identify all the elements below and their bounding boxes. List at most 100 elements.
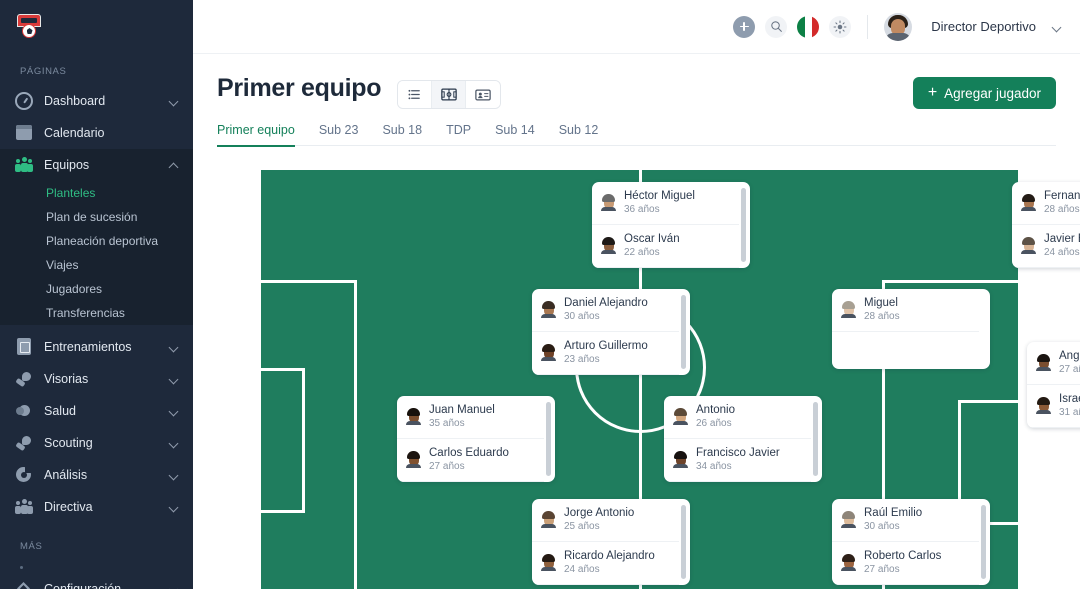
sidebar-subitem-viajes[interactable]: Viajes [0, 253, 193, 277]
player-card[interactable]: Héctor Miguel36 añosOscar Iván22 años [592, 182, 750, 268]
player-row[interactable]: Israel Adrián31 años [1027, 385, 1080, 428]
card-scrollbar[interactable] [546, 402, 551, 476]
player-row[interactable]: Jorge Antonio25 años [532, 499, 679, 542]
chevron-down-icon[interactable] [169, 584, 179, 589]
player-card[interactable]: Miguel28 años [832, 289, 990, 369]
sidebar-item-label: Dashboard [44, 94, 169, 108]
sidebar-subitem-plan-de-sucesion[interactable]: Plan de sucesión [0, 205, 193, 229]
view-pitch-button[interactable] [432, 81, 466, 108]
card-scrollbar[interactable] [681, 295, 686, 369]
card-scrollbar[interactable] [813, 402, 818, 476]
player-row[interactable]: Fernando Ignacio28 años [1012, 182, 1080, 225]
avatar[interactable] [884, 13, 912, 41]
add-quick-button[interactable] [733, 16, 755, 38]
player-age: 35 años [429, 418, 495, 431]
chevron-down-icon[interactable] [169, 342, 179, 352]
player-card[interactable]: Daniel Alejandro30 añosArturo Guillermo2… [532, 289, 690, 375]
left-penalty-box-side [354, 280, 357, 589]
tab-sub-12[interactable]: Sub 12 [559, 123, 599, 146]
sidebar-item-equipos[interactable]: Equipos [0, 149, 193, 181]
player-row[interactable]: Daniel Alejandro30 años [532, 289, 679, 332]
plus-icon: + [928, 85, 937, 101]
mexico-flag-icon[interactable] [797, 16, 819, 38]
sidebar-subitem-planteles[interactable]: Planteles [0, 181, 193, 205]
player-row[interactable]: Arturo Guillermo23 años [532, 332, 679, 375]
player-card[interactable]: Antonio26 años Francisco Javier34 años [664, 396, 822, 482]
player-row[interactable]: Javier Eduardo24 años [1012, 225, 1080, 268]
sidebar-item-label: Entrenamientos [44, 340, 169, 354]
sidebar-item-salud[interactable]: Salud [0, 395, 193, 427]
chevron-down-icon[interactable] [169, 502, 179, 512]
tab-sub-14[interactable]: Sub 14 [495, 123, 535, 146]
tab-tdp[interactable]: TDP [446, 123, 471, 146]
sidebar-item-entrenamientos[interactable]: Entrenamientos [0, 331, 193, 363]
view-card-button[interactable] [466, 81, 500, 108]
sidebar-item-visorias[interactable]: Visorias [0, 363, 193, 395]
chevron-down-icon[interactable] [169, 470, 179, 480]
scope-icon [14, 369, 34, 389]
tab-sub-18[interactable]: Sub 18 [382, 123, 422, 146]
player-row[interactable]: Oscar Iván22 años [592, 225, 739, 268]
toolbar-divider [867, 15, 868, 39]
player-row[interactable]: Ricardo Alejandro24 años [532, 542, 679, 585]
chevron-down-icon[interactable] [169, 406, 179, 416]
player-name: Carlos Eduardo [429, 446, 509, 460]
sidebar-subitem-planeacion-deportiva[interactable]: Planeación deportiva [0, 229, 193, 253]
player-row[interactable]: Carlos Eduardo27 años [397, 439, 544, 482]
chevron-up-icon[interactable] [169, 160, 179, 170]
card-scrollbar[interactable] [681, 505, 686, 579]
sidebar-subitem-jugadores[interactable]: Jugadores [0, 277, 193, 301]
player-card[interactable]: Raúl Emilio30 añosRoberto Carlos27 años [832, 499, 990, 585]
player-card[interactable]: Angel Muricio27 años Israel Adrián31 años [1027, 342, 1080, 428]
theme-toggle-button[interactable] [829, 16, 851, 38]
sidebar-item-label: Salud [44, 404, 169, 418]
user-menu-label[interactable]: Director Deportivo [931, 19, 1036, 34]
player-row-empty[interactable] [832, 332, 979, 369]
player-name: Juan Manuel [429, 403, 495, 417]
sidebar-item-analisis[interactable]: Análisis [0, 459, 193, 491]
sidebar-item-dashboard[interactable]: Dashboard [0, 85, 193, 117]
player-info: Jorge Antonio25 años [564, 506, 634, 534]
id-card-icon [475, 88, 491, 102]
sidebar-item-directiva[interactable]: Directiva [0, 491, 193, 523]
player-name: Miguel [864, 296, 900, 310]
player-card[interactable]: Jorge Antonio25 años Ricardo Alejandro24 … [532, 499, 690, 585]
sidebar-item-label: Visorias [44, 372, 169, 386]
player-row[interactable]: Angel Muricio27 años [1027, 342, 1080, 385]
player-row[interactable]: Francisco Javier34 años [664, 439, 811, 482]
player-row[interactable]: Miguel28 años [832, 289, 979, 332]
player-name: Angel Muricio [1059, 349, 1080, 363]
player-avatar-icon [541, 301, 556, 318]
sidebar-item-label: Configuración [44, 582, 169, 589]
player-name: Antonio [696, 403, 735, 417]
sidebar-item-configuracion[interactable]: Configuración [0, 573, 193, 589]
player-info: Angel Muricio27 años [1059, 349, 1080, 377]
chevron-down-icon[interactable] [169, 96, 179, 106]
chevron-down-icon[interactable] [169, 438, 179, 448]
player-name: Oscar Iván [624, 232, 680, 246]
tab-primer-equipo[interactable]: Primer equipo [217, 123, 295, 146]
sidebar-item-scouting[interactable]: Scouting [0, 427, 193, 459]
sidebar-subitem-transferencias[interactable]: Transferencias [0, 301, 193, 325]
player-card[interactable]: Juan Manuel35 añosCarlos Eduardo27 años [397, 396, 555, 482]
football-club-logo-icon [14, 12, 44, 42]
logo-container[interactable] [0, 0, 193, 54]
player-row[interactable]: Juan Manuel35 años [397, 396, 544, 439]
player-row[interactable]: Raúl Emilio30 años [832, 499, 979, 542]
player-row[interactable]: Roberto Carlos27 años [832, 542, 979, 585]
player-row[interactable]: Antonio26 años [664, 396, 811, 439]
add-player-button[interactable]: + Agregar jugador [913, 77, 1056, 109]
sidebar-item-calendario[interactable]: Calendario [0, 117, 193, 149]
player-card[interactable]: Fernando Ignacio28 añosJavier Eduardo24 … [1012, 182, 1080, 268]
chevron-down-icon[interactable] [169, 374, 179, 384]
player-avatar-icon [601, 194, 616, 211]
player-info: Antonio26 años [696, 403, 735, 431]
search-button[interactable] [765, 16, 787, 38]
card-scrollbar[interactable] [981, 505, 986, 579]
view-list-button[interactable] [398, 81, 432, 108]
sidebar-section-pages: PÁGINAS [0, 54, 193, 85]
tab-sub-23[interactable]: Sub 23 [319, 123, 359, 146]
chevron-down-icon[interactable] [1052, 22, 1062, 32]
card-scrollbar[interactable] [741, 188, 746, 262]
player-row[interactable]: Héctor Miguel36 años [592, 182, 739, 225]
